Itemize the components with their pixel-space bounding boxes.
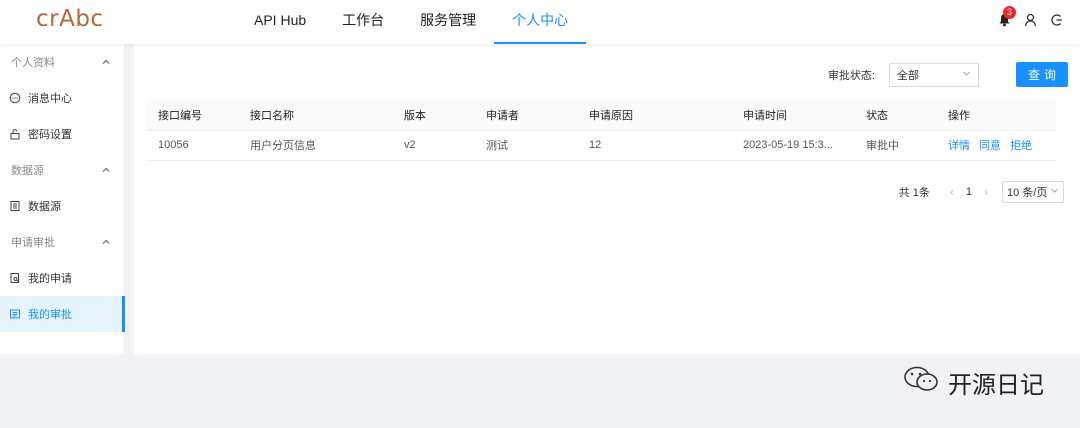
sidebar-item-label: 密码设置 — [28, 129, 72, 141]
table-header-row: 接口编号 接口名称 版本 申请者 申请原因 申请时间 状态 操作 — [146, 100, 1056, 131]
column-header: 状态 — [854, 100, 936, 131]
nav-item-personal-center[interactable]: 个人中心 — [494, 0, 587, 44]
chevron-up-icon — [102, 238, 110, 246]
page-size-select[interactable]: 10 条/页 — [1002, 181, 1064, 203]
cell-applicant: 测试 — [474, 130, 577, 161]
approval-status-value: 全部 — [897, 69, 919, 82]
lock-icon — [9, 128, 21, 140]
sidebar-item-password-settings[interactable]: 密码设置 — [0, 116, 124, 152]
next-page-icon[interactable]: › — [984, 185, 988, 199]
approve-link[interactable]: 同意 — [979, 140, 1001, 152]
nav-item-service-management[interactable]: 服务管理 — [402, 0, 494, 44]
table-row: 10056 用户分页信息 v2 测试 12 2023-05-19 15:3...… — [146, 130, 1056, 161]
sidebar-group-label: 申请审批 — [11, 237, 55, 249]
bell-icon[interactable]: 3 — [996, 6, 1016, 28]
column-header: 操作 — [936, 100, 1056, 131]
chevron-up-icon — [102, 58, 110, 66]
cell-actions: 详情 同意 拒绝 — [936, 130, 1056, 161]
pagination-total: 共 1条 — [898, 187, 930, 199]
cell-status: 审批中 — [854, 130, 936, 161]
sidebar-item-my-approvals[interactable]: 我的审批 — [0, 296, 125, 332]
reject-link[interactable]: 拒绝 — [1010, 140, 1032, 152]
main-nav: API Hub 工作台 服务管理 个人中心 — [236, 0, 587, 44]
column-header: 申请原因 — [577, 100, 731, 131]
column-header: 接口编号 — [146, 100, 238, 131]
approval-status-select[interactable]: 全部 — [889, 62, 979, 87]
sidebar-item-message-center[interactable]: 消息中心 — [0, 80, 124, 116]
logout-icon[interactable] — [1048, 12, 1064, 28]
nav-item-api-hub[interactable]: API Hub — [236, 0, 324, 44]
sidebar-item-label: 我的申请 — [28, 273, 72, 285]
sidebar-item-label: 数据源 — [28, 201, 61, 213]
column-header: 申请者 — [474, 100, 577, 131]
file-search-icon — [9, 272, 21, 284]
wechat-icon — [902, 364, 942, 401]
watermark-text: 开源日记 — [948, 372, 1044, 399]
header-actions: 3 — [996, 6, 1064, 28]
cell-version: v2 — [392, 130, 474, 161]
cell-id: 10056 — [146, 130, 238, 161]
sidebar-item-my-applications[interactable]: 我的申请 — [0, 260, 124, 296]
chevron-down-icon — [962, 69, 971, 81]
watermark: 开源日记 — [902, 364, 1044, 401]
user-icon[interactable] — [1022, 12, 1038, 28]
sidebar-group-label: 数据源 — [11, 165, 44, 177]
filter-bar: 审批状态: 全部 查询 — [828, 62, 1068, 87]
sidebar: 个人资料 消息中心 密码设置 数据源 数据源 申请审批 我的申请 我的审批 — [0, 44, 125, 354]
column-header: 申请时间 — [731, 100, 854, 131]
pagination: 共 1条 ‹ 1 › 10 条/页 — [899, 181, 1064, 203]
sidebar-item-label: 我的审批 — [28, 309, 72, 321]
top-header: crAbc API Hub 工作台 服务管理 个人中心 3 — [0, 0, 1080, 44]
approval-table: 接口编号 接口名称 版本 申请者 申请原因 申请时间 状态 操作 10056 用… — [146, 100, 1056, 161]
main-content: 审批状态: 全部 查询 接口编号 接口名称 版本 申请者 申请原因 申请时间 状… — [134, 44, 1080, 354]
sidebar-group-label: 个人资料 — [11, 57, 55, 69]
audit-icon — [9, 308, 21, 320]
sidebar-item-label: 消息中心 — [28, 93, 72, 105]
sidebar-group-profile[interactable]: 个人资料 — [0, 44, 124, 80]
sidebar-group-approval[interactable]: 申请审批 — [0, 224, 124, 260]
column-header: 版本 — [392, 100, 474, 131]
cell-name: 用户分页信息 — [238, 130, 392, 161]
notification-badge: 3 — [1003, 6, 1016, 19]
list-icon — [9, 200, 21, 212]
details-link[interactable]: 详情 — [948, 140, 970, 152]
cell-reason: 12 — [577, 130, 731, 161]
nav-item-workbench[interactable]: 工作台 — [324, 0, 402, 44]
chevron-up-icon — [102, 166, 110, 174]
page-size-value: 10 条/页 — [1007, 187, 1048, 199]
sidebar-item-datasource[interactable]: 数据源 — [0, 188, 124, 224]
app-logo[interactable]: crAbc — [36, 6, 104, 32]
sidebar-group-datasource[interactable]: 数据源 — [0, 152, 124, 188]
column-header: 接口名称 — [238, 100, 392, 131]
query-button[interactable]: 查询 — [1016, 62, 1068, 87]
chevron-down-icon — [1050, 186, 1059, 198]
cell-time: 2023-05-19 15:3... — [731, 130, 854, 161]
approval-status-label: 审批状态: — [827, 69, 875, 82]
page-number[interactable]: 1 — [966, 186, 972, 198]
prev-page-icon[interactable]: ‹ — [950, 185, 954, 199]
message-icon — [9, 92, 21, 104]
